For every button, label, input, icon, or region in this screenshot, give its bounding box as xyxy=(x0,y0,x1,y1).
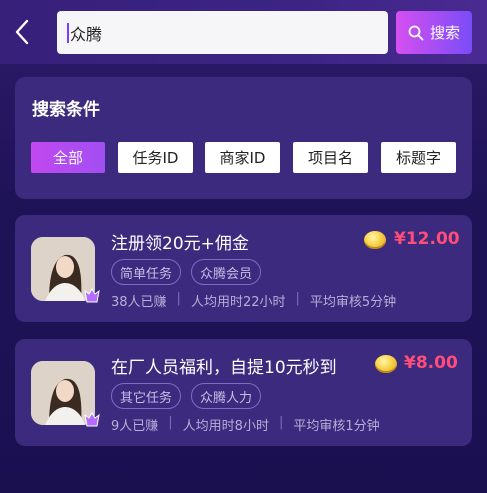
search-conditions-panel: 搜索条件 全部 任务ID 商家ID 项目名 标题字 xyxy=(15,77,472,199)
search-icon xyxy=(408,25,424,40)
panel-title: 搜索条件 xyxy=(32,100,100,120)
coin-icon xyxy=(375,355,397,373)
divider: | xyxy=(295,291,300,306)
task-tag: 简单任务 xyxy=(111,259,182,285)
back-button[interactable] xyxy=(8,16,36,48)
task-tag: 其它任务 xyxy=(111,383,182,409)
task-price: ¥12.00 xyxy=(394,229,460,249)
filter-project-name[interactable]: 项目名 xyxy=(293,142,368,173)
task-card[interactable]: 在厂人员福利，自提10元秒到 ¥8.00 其它任务 众腾人力 9人已赚 | 人均… xyxy=(15,339,472,446)
vip-badge-icon xyxy=(84,288,100,303)
avg-review: 平均审核1分钟 xyxy=(293,419,380,434)
divider: | xyxy=(176,291,181,306)
task-title: 注册领20元+佣金 xyxy=(111,234,249,254)
task-title: 在厂人员福利，自提10元秒到 xyxy=(111,358,337,378)
filter-task-id[interactable]: 任务ID xyxy=(118,142,193,173)
filter-title-keyword[interactable]: 标题字 xyxy=(381,142,456,173)
avg-time: 人均用时8小时 xyxy=(182,419,269,434)
filter-merchant-id[interactable]: 商家ID xyxy=(205,142,280,173)
text-cursor xyxy=(67,22,69,43)
avg-time: 人均用时22小时 xyxy=(190,295,286,310)
filter-all[interactable]: 全部 xyxy=(31,142,105,173)
task-card[interactable]: 注册领20元+佣金 ¥12.00 简单任务 众腾会员 38人已赚 | 人均用时2… xyxy=(15,215,472,322)
coin-icon xyxy=(364,231,386,249)
search-button-label: 搜索 xyxy=(429,24,460,42)
task-tag: 众腾会员 xyxy=(191,259,262,285)
search-field[interactable] xyxy=(57,11,388,54)
search-input[interactable] xyxy=(70,23,370,42)
search-button[interactable]: 搜索 xyxy=(396,11,472,54)
top-bar: 搜索 xyxy=(0,0,487,64)
task-tag: 众腾人力 xyxy=(191,383,262,409)
vip-badge-icon xyxy=(84,412,100,427)
task-price: ¥8.00 xyxy=(404,353,458,373)
earned-count: 38人已赚 xyxy=(111,295,167,310)
avg-review: 平均审核5分钟 xyxy=(309,295,397,310)
divider: | xyxy=(168,415,173,430)
earned-count: 9人已赚 xyxy=(111,419,159,434)
chevron-left-icon xyxy=(15,19,29,45)
divider: | xyxy=(278,415,284,430)
